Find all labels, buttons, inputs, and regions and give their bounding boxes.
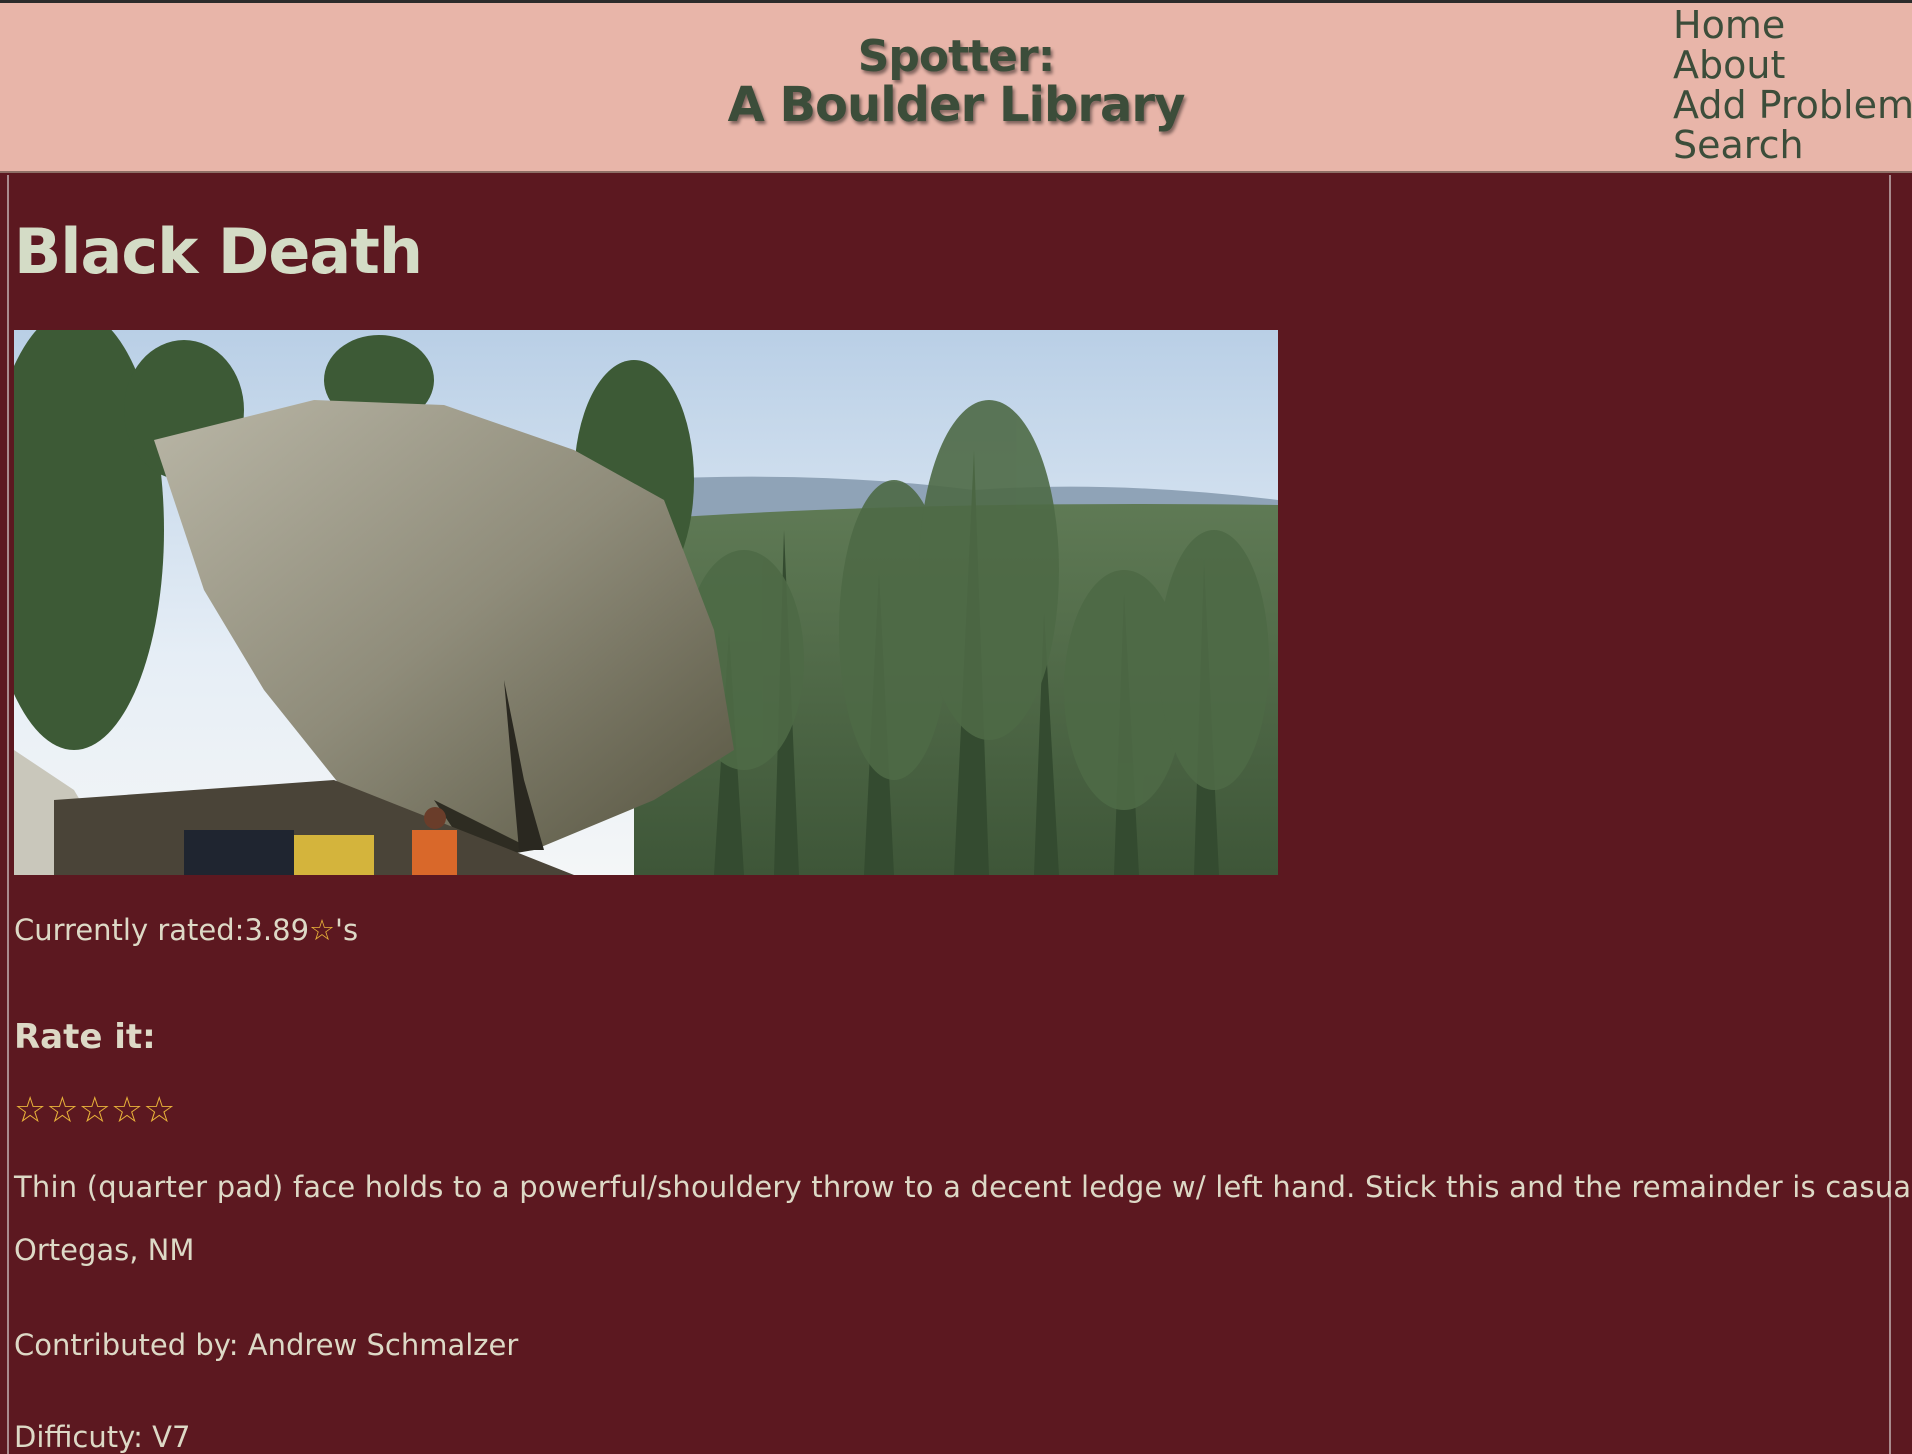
nav-add-problem-link[interactable]: Add Problem — [1673, 85, 1912, 125]
rating-suffix: 's — [335, 913, 359, 947]
rating-value: 3.89 — [244, 913, 310, 947]
problem-description: Thin (quarter pad) face holds to a power… — [14, 1170, 1912, 1204]
rate-stars: ☆☆☆☆☆ — [14, 1090, 175, 1131]
problem-location: Ortegas, NM — [14, 1233, 195, 1267]
rate-it-heading: Rate it: — [14, 1017, 156, 1057]
rating-label: Currently rated: — [14, 913, 245, 947]
main-nav: Home About Add Problem Search — [1673, 5, 1912, 165]
nav-home-link[interactable]: Home — [1673, 5, 1912, 45]
rate-star-1-icon[interactable]: ☆ — [14, 1090, 46, 1131]
current-rating: Currently rated:3.89☆'s — [14, 913, 358, 947]
boulder-photo — [14, 330, 1278, 875]
site-title-line2: A Boulder Library — [727, 77, 1186, 133]
difficulty: Difficuty: V7 — [14, 1420, 191, 1454]
site-header: Spotter: A Boulder Library Home About Ad… — [0, 3, 1912, 173]
site-title-line1: Spotter: — [857, 31, 1056, 82]
rate-star-4-icon[interactable]: ☆ — [111, 1090, 143, 1131]
nav-about-link[interactable]: About — [1673, 45, 1912, 85]
problem-name: Black Death — [14, 215, 423, 288]
rate-star-5-icon[interactable]: ☆ — [143, 1090, 175, 1131]
rate-star-2-icon[interactable]: ☆ — [46, 1090, 78, 1131]
contributed-by: Contributed by: Andrew Schmalzer — [14, 1328, 519, 1362]
rate-star-3-icon[interactable]: ☆ — [79, 1090, 111, 1131]
problem-detail: Black Death Currently rated:3.89☆'s Rate… — [7, 175, 1912, 1454]
nav-search-link[interactable]: Search — [1673, 125, 1912, 165]
site-title: Spotter: A Boulder Library — [0, 31, 1912, 133]
star-icon: ☆ — [309, 913, 336, 947]
